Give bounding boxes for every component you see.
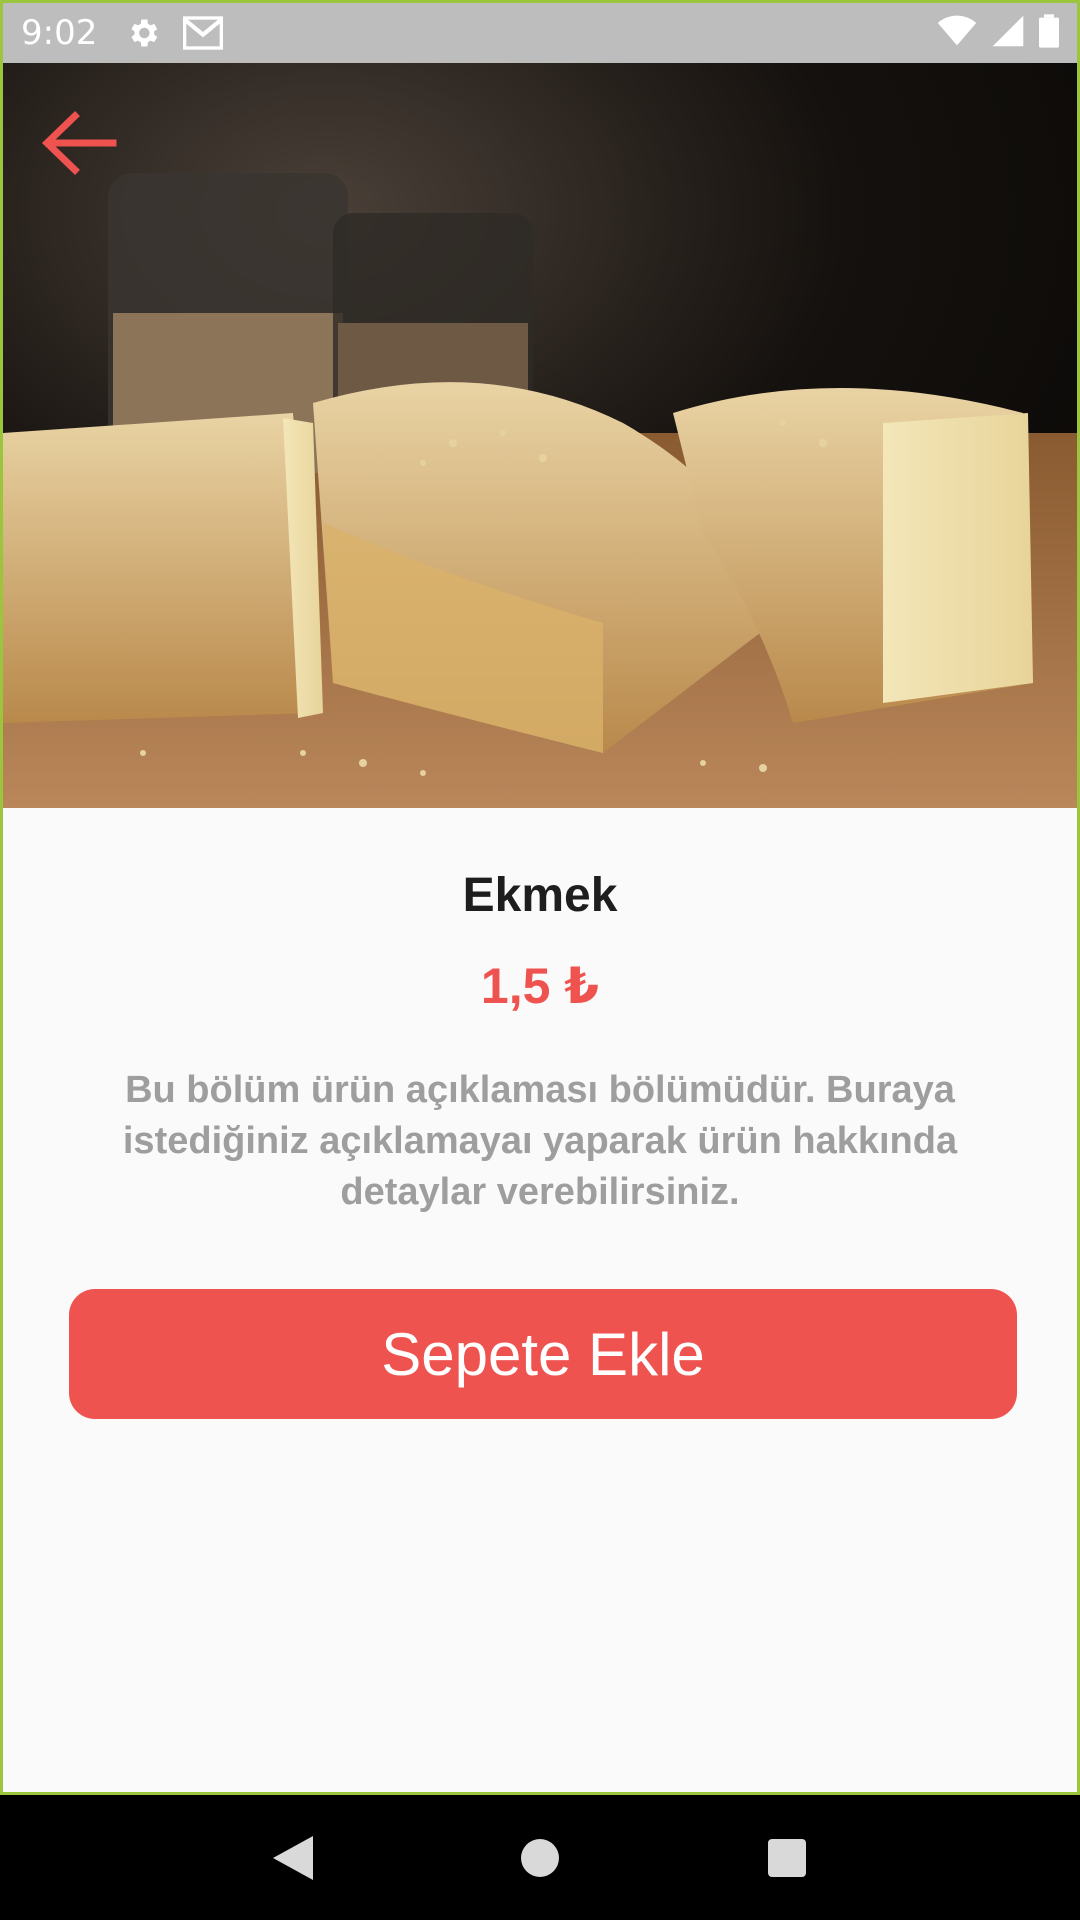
status-time: 9:02	[21, 13, 98, 53]
add-to-cart-button[interactable]: Sepete Ekle	[69, 1289, 1017, 1419]
product-details: Ekmek 1,5 ₺ Bu bölüm ürün açıklaması böl…	[3, 808, 1077, 1218]
product-image	[3, 63, 1077, 808]
nav-back-button[interactable]	[253, 1818, 333, 1898]
status-bar: 9:02	[3, 3, 1077, 63]
arrow-left-icon	[41, 111, 117, 175]
nav-recents-button[interactable]	[747, 1818, 827, 1898]
product-description: Bu bölüm ürün açıklaması bölümüdür. Bura…	[122, 1069, 958, 1213]
mail-icon	[183, 16, 224, 50]
bread-photo	[3, 63, 1077, 808]
status-right-group	[937, 13, 1059, 53]
back-triangle-icon	[273, 1835, 314, 1880]
gear-icon	[125, 15, 161, 51]
battery-icon	[1039, 13, 1059, 53]
product-title: Ekmek	[462, 869, 618, 922]
system-nav-bar	[0, 1795, 1080, 1920]
app-frame: 9:02 Ekmek 1,5 ₺ Bu bölüm ürün açıklamas…	[0, 0, 1080, 1795]
product-price: 1,5 ₺	[480, 958, 600, 1014]
nav-home-button[interactable]	[500, 1818, 580, 1898]
home-circle-icon	[520, 1838, 559, 1877]
signal-icon	[991, 14, 1025, 53]
recents-square-icon	[767, 1838, 806, 1877]
back-button[interactable]	[39, 103, 119, 183]
wifi-icon	[937, 15, 977, 52]
